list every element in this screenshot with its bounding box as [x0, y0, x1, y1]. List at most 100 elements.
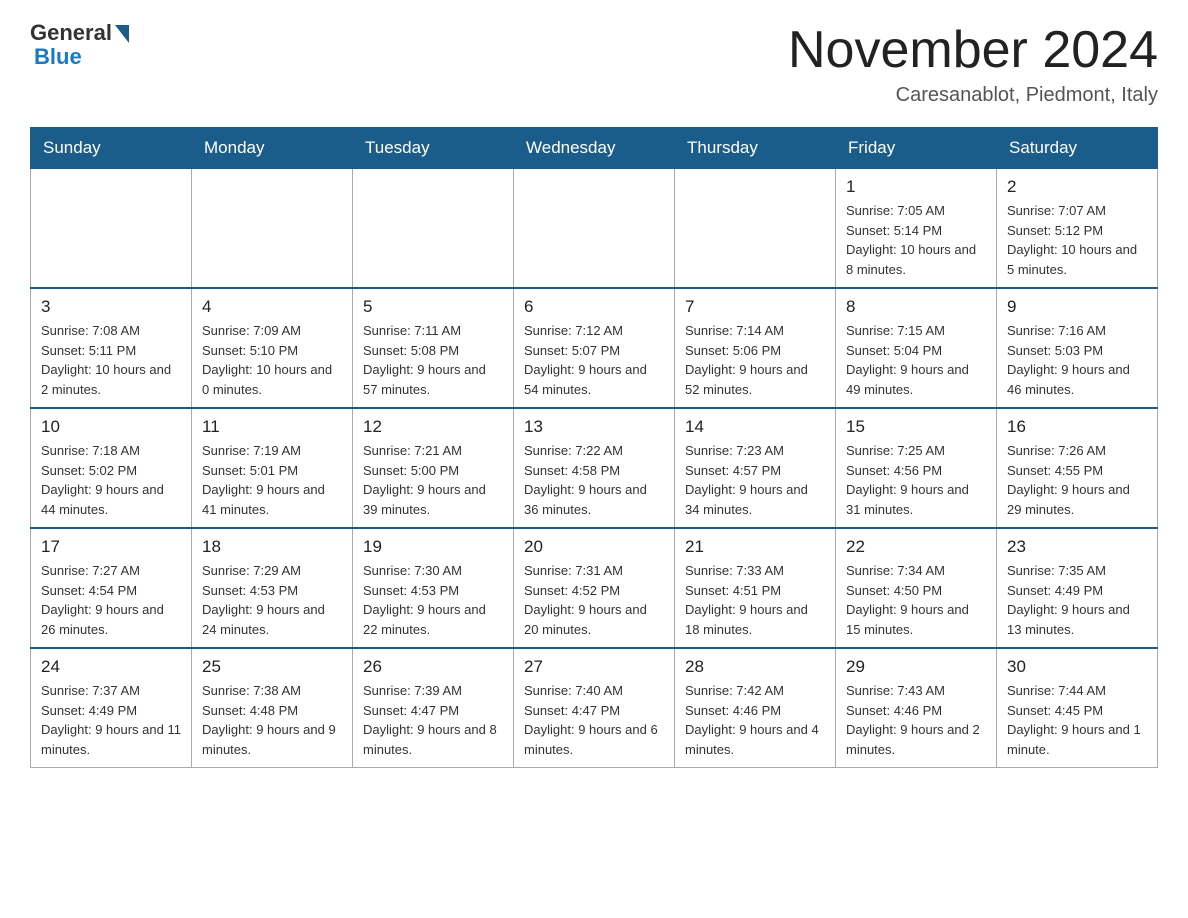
calendar-cell: 27 Sunrise: 7:40 AM Sunset: 4:47 PM Dayli…	[514, 648, 675, 768]
calendar-cell	[353, 169, 514, 289]
location-subtitle: Caresanablot, Piedmont, Italy	[788, 84, 1158, 107]
calendar-cell: 24 Sunrise: 7:37 AM Sunset: 4:49 PM Dayli…	[31, 648, 192, 768]
day-number: 4	[202, 297, 342, 317]
logo-general-text: General	[30, 20, 112, 46]
day-info: Sunrise: 7:31 AM Sunset: 4:52 PM Dayligh…	[524, 561, 664, 639]
week-row-3: 10Sunrise: 7:18 AM Sunset: 5:02 PM Dayli…	[31, 408, 1158, 528]
logo: General Blue	[30, 20, 129, 70]
calendar-cell: 26 Sunrise: 7:39 AM Sunset: 4:47 PM Dayli…	[353, 648, 514, 768]
day-number: 1	[846, 177, 986, 197]
calendar-cell: 3 Sunrise: 7:08 AM Sunset: 5:11 PM Daylig…	[31, 288, 192, 408]
day-number: 16	[1007, 417, 1147, 437]
column-header-friday: Friday	[836, 128, 997, 169]
title-section: November 2024 Caresanablot, Piedmont, It…	[788, 20, 1158, 107]
day-number: 20	[524, 537, 664, 557]
day-info: Sunrise: 7:12 AM Sunset: 5:07 PM Dayligh…	[524, 321, 664, 399]
day-number: 28	[685, 657, 825, 677]
day-info: Sunrise: 7:34 AM Sunset: 4:50 PM Dayligh…	[846, 561, 986, 639]
calendar-cell: 1 Sunrise: 7:05 AM Sunset: 5:14 PM Daylig…	[836, 169, 997, 289]
day-number: 17	[41, 537, 181, 557]
calendar-table: SundayMondayTuesdayWednesdayThursdayFrid…	[30, 127, 1158, 768]
month-title: November 2024	[788, 20, 1158, 80]
day-info: Sunrise: 7:14 AM Sunset: 5:06 PM Dayligh…	[685, 321, 825, 399]
calendar-cell: 2 Sunrise: 7:07 AM Sunset: 5:12 PM Daylig…	[997, 169, 1158, 289]
week-row-5: 24 Sunrise: 7:37 AM Sunset: 4:49 PM Dayli…	[31, 648, 1158, 768]
column-header-monday: Monday	[192, 128, 353, 169]
day-number: 21	[685, 537, 825, 557]
day-number: 2	[1007, 177, 1147, 197]
day-info: Sunrise: 7:43 AM Sunset: 4:46 PM Dayligh…	[846, 681, 986, 759]
day-info: Sunrise: 7:40 AM Sunset: 4:47 PM Dayligh…	[524, 681, 664, 759]
day-number: 30	[1007, 657, 1147, 677]
calendar-cell: 21 Sunrise: 7:33 AM Sunset: 4:51 PM Dayli…	[675, 528, 836, 648]
calendar-cell: 10Sunrise: 7:18 AM Sunset: 5:02 PM Dayli…	[31, 408, 192, 528]
day-info: Sunrise: 7:19 AM Sunset: 5:01 PM Dayligh…	[202, 441, 342, 519]
calendar-cell: 6 Sunrise: 7:12 AM Sunset: 5:07 PM Daylig…	[514, 288, 675, 408]
day-info: Sunrise: 7:38 AM Sunset: 4:48 PM Dayligh…	[202, 681, 342, 759]
calendar-cell: 13 Sunrise: 7:22 AM Sunset: 4:58 PM Dayli…	[514, 408, 675, 528]
day-info: Sunrise: 7:05 AM Sunset: 5:14 PM Dayligh…	[846, 201, 986, 279]
day-info: Sunrise: 7:08 AM Sunset: 5:11 PM Dayligh…	[41, 321, 181, 399]
calendar-cell: 23 Sunrise: 7:35 AM Sunset: 4:49 PM Dayli…	[997, 528, 1158, 648]
calendar-cell	[675, 169, 836, 289]
column-header-saturday: Saturday	[997, 128, 1158, 169]
calendar-cell: 14 Sunrise: 7:23 AM Sunset: 4:57 PM Dayli…	[675, 408, 836, 528]
day-number: 24	[41, 657, 181, 677]
calendar-cell: 17Sunrise: 7:27 AM Sunset: 4:54 PM Dayli…	[31, 528, 192, 648]
calendar-cell	[192, 169, 353, 289]
day-info: Sunrise: 7:07 AM Sunset: 5:12 PM Dayligh…	[1007, 201, 1147, 279]
calendar-cell: 15Sunrise: 7:25 AM Sunset: 4:56 PM Dayli…	[836, 408, 997, 528]
calendar-cell: 9 Sunrise: 7:16 AM Sunset: 5:03 PM Daylig…	[997, 288, 1158, 408]
calendar-cell: 11 Sunrise: 7:19 AM Sunset: 5:01 PM Dayli…	[192, 408, 353, 528]
day-number: 7	[685, 297, 825, 317]
day-info: Sunrise: 7:39 AM Sunset: 4:47 PM Dayligh…	[363, 681, 503, 759]
day-number: 6	[524, 297, 664, 317]
day-number: 3	[41, 297, 181, 317]
calendar-cell: 30 Sunrise: 7:44 AM Sunset: 4:45 PM Dayli…	[997, 648, 1158, 768]
day-info: Sunrise: 7:25 AM Sunset: 4:56 PM Dayligh…	[846, 441, 986, 519]
day-info: Sunrise: 7:23 AM Sunset: 4:57 PM Dayligh…	[685, 441, 825, 519]
day-number: 13	[524, 417, 664, 437]
day-info: Sunrise: 7:22 AM Sunset: 4:58 PM Dayligh…	[524, 441, 664, 519]
day-info: Sunrise: 7:30 AM Sunset: 4:53 PM Dayligh…	[363, 561, 503, 639]
column-header-sunday: Sunday	[31, 128, 192, 169]
day-number: 12	[363, 417, 503, 437]
day-info: Sunrise: 7:35 AM Sunset: 4:49 PM Dayligh…	[1007, 561, 1147, 639]
day-number: 29	[846, 657, 986, 677]
day-info: Sunrise: 7:37 AM Sunset: 4:49 PM Dayligh…	[41, 681, 181, 759]
calendar-cell: 25 Sunrise: 7:38 AM Sunset: 4:48 PM Dayli…	[192, 648, 353, 768]
day-number: 25	[202, 657, 342, 677]
day-info: Sunrise: 7:21 AM Sunset: 5:00 PM Dayligh…	[363, 441, 503, 519]
calendar-cell: 18Sunrise: 7:29 AM Sunset: 4:53 PM Dayli…	[192, 528, 353, 648]
calendar-cell: 28 Sunrise: 7:42 AM Sunset: 4:46 PM Dayli…	[675, 648, 836, 768]
column-header-wednesday: Wednesday	[514, 128, 675, 169]
calendar-cell: 29 Sunrise: 7:43 AM Sunset: 4:46 PM Dayli…	[836, 648, 997, 768]
day-number: 26	[363, 657, 503, 677]
day-number: 19	[363, 537, 503, 557]
day-number: 11	[202, 417, 342, 437]
day-info: Sunrise: 7:18 AM Sunset: 5:02 PM Dayligh…	[41, 441, 181, 519]
day-info: Sunrise: 7:29 AM Sunset: 4:53 PM Dayligh…	[202, 561, 342, 639]
calendar-cell: 7 Sunrise: 7:14 AM Sunset: 5:06 PM Daylig…	[675, 288, 836, 408]
calendar-cell: 8 Sunrise: 7:15 AM Sunset: 5:04 PM Daylig…	[836, 288, 997, 408]
day-number: 27	[524, 657, 664, 677]
calendar-cell: 4Sunrise: 7:09 AM Sunset: 5:10 PM Daylig…	[192, 288, 353, 408]
week-row-2: 3 Sunrise: 7:08 AM Sunset: 5:11 PM Daylig…	[31, 288, 1158, 408]
column-header-tuesday: Tuesday	[353, 128, 514, 169]
week-row-1: 1 Sunrise: 7:05 AM Sunset: 5:14 PM Daylig…	[31, 169, 1158, 289]
calendar-header-row: SundayMondayTuesdayWednesdayThursdayFrid…	[31, 128, 1158, 169]
day-number: 22	[846, 537, 986, 557]
day-info: Sunrise: 7:16 AM Sunset: 5:03 PM Dayligh…	[1007, 321, 1147, 399]
day-number: 14	[685, 417, 825, 437]
day-info: Sunrise: 7:33 AM Sunset: 4:51 PM Dayligh…	[685, 561, 825, 639]
column-header-thursday: Thursday	[675, 128, 836, 169]
day-info: Sunrise: 7:44 AM Sunset: 4:45 PM Dayligh…	[1007, 681, 1147, 759]
day-number: 9	[1007, 297, 1147, 317]
day-info: Sunrise: 7:42 AM Sunset: 4:46 PM Dayligh…	[685, 681, 825, 759]
calendar-cell: 12 Sunrise: 7:21 AM Sunset: 5:00 PM Dayli…	[353, 408, 514, 528]
logo-blue-text: Blue	[30, 44, 82, 70]
calendar-cell: 20 Sunrise: 7:31 AM Sunset: 4:52 PM Dayli…	[514, 528, 675, 648]
day-number: 23	[1007, 537, 1147, 557]
day-number: 8	[846, 297, 986, 317]
day-info: Sunrise: 7:15 AM Sunset: 5:04 PM Dayligh…	[846, 321, 986, 399]
